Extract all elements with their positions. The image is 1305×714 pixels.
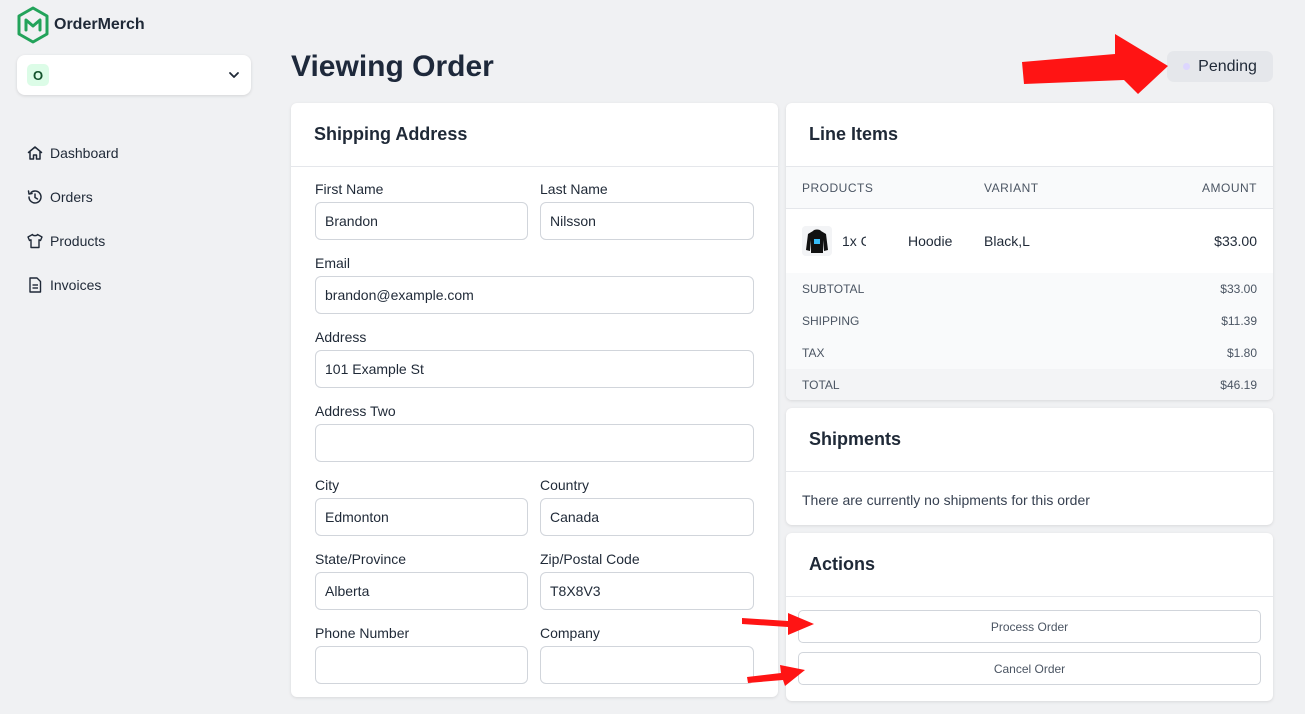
shipments-title: Shipments	[786, 408, 1273, 472]
status-badge: Pending	[1167, 51, 1273, 82]
tax-value: $1.80	[1226, 346, 1257, 360]
shipping-value: $11.39	[1221, 314, 1257, 328]
email-group: Email brandon@example.com	[315, 255, 754, 314]
item-variant: Black,L	[984, 233, 1030, 249]
brand[interactable]: OrderMerch	[16, 6, 145, 44]
table-row[interactable]: 1x C Hoodie Black,L $33.00	[786, 209, 1273, 273]
actions-card: Actions Process Order Cancel Order	[786, 533, 1273, 701]
shirt-icon	[27, 233, 43, 249]
city-label: City	[315, 477, 340, 493]
phone-input[interactable]	[315, 646, 528, 684]
sidebar-nav: Dashboard Orders Products Invoices	[26, 142, 119, 318]
home-icon	[27, 146, 43, 160]
state-group: State/Province Alberta	[315, 551, 528, 610]
line-items-card: Line Items PRODUCTS VARIANT AMOUNT 1x C …	[786, 103, 1273, 400]
total-value: $46.19	[1220, 378, 1257, 392]
state-label: State/Province	[315, 551, 407, 567]
annotation-arrow-icon	[747, 665, 805, 686]
zip-input[interactable]: T8X8V3	[540, 572, 754, 610]
address-input[interactable]: 101 Example St	[315, 350, 754, 388]
actions-title: Actions	[786, 533, 1273, 597]
tax-row: TAX $1.80	[786, 337, 1273, 369]
address-group: Address 101 Example St	[315, 329, 754, 388]
last-name-input[interactable]: Nilsson	[540, 202, 754, 240]
address-two-group: Address Two	[315, 403, 754, 462]
first-name-group: First Name Brandon	[315, 181, 528, 240]
shipping-address-card: Shipping Address First Name Brandon Last…	[291, 103, 778, 697]
zip-group: Zip/Postal Code T8X8V3	[540, 551, 754, 610]
shipments-empty-message: There are currently no shipments for thi…	[802, 492, 1090, 508]
phone-label: Phone Number	[315, 625, 410, 641]
company-input[interactable]	[540, 646, 754, 684]
email-label: Email	[315, 255, 351, 271]
subtotal-value: $33.00	[1220, 282, 1257, 296]
state-input[interactable]: Alberta	[315, 572, 528, 610]
shipments-card: Shipments There are currently no shipmen…	[786, 408, 1273, 525]
organization-select[interactable]: O	[17, 55, 251, 95]
shipping-label: SHIPPING	[802, 314, 860, 328]
address-two-label: Address Two	[315, 403, 396, 419]
last-name-label: Last Name	[540, 181, 608, 197]
subtotal-row: SUBTOTAL $33.00	[786, 273, 1273, 305]
chevron-down-icon	[229, 72, 239, 78]
first-name-input[interactable]: Brandon	[315, 202, 528, 240]
status-dot	[1183, 63, 1191, 70]
country-label: Country	[540, 477, 590, 493]
subtotal-label: SUBTOTAL	[802, 282, 865, 296]
city-group: City Edmonton	[315, 477, 528, 536]
total-row: TOTAL $46.19	[786, 369, 1273, 400]
item-amount: $33.00	[1214, 233, 1257, 249]
first-name-label: First Name	[315, 181, 384, 197]
sidebar-item-label: Invoices	[50, 277, 102, 293]
status-text: Pending	[1198, 57, 1257, 75]
sidebar-item-dashboard[interactable]: Dashboard	[26, 142, 119, 164]
zip-label: Zip/Postal Code	[540, 551, 640, 567]
item-name: Hoodie	[908, 233, 953, 249]
process-order-button[interactable]: Process Order	[798, 610, 1261, 643]
shipping-address-title: Shipping Address	[291, 103, 778, 167]
country-group: Country Canada	[540, 477, 754, 536]
sidebar-item-invoices[interactable]: Invoices	[26, 274, 119, 296]
email-input[interactable]: brandon@example.com	[315, 276, 754, 314]
hoodie-thumbnail-icon	[802, 226, 832, 256]
item-quantity: 1x C	[842, 233, 866, 249]
cancel-order-button[interactable]: Cancel Order	[798, 652, 1261, 685]
address-label: Address	[315, 329, 367, 345]
annotation-arrow-icon	[742, 613, 814, 635]
address-two-input[interactable]	[315, 424, 754, 462]
sidebar-item-label: Products	[50, 233, 106, 249]
page-title: Viewing Order	[291, 50, 494, 83]
column-amount: AMOUNT	[1202, 180, 1257, 195]
ordermerch-logo-icon	[17, 6, 49, 44]
column-variant: VARIANT	[984, 180, 1039, 195]
sidebar-item-products[interactable]: Products	[26, 230, 119, 252]
phone-group: Phone Number	[315, 625, 528, 684]
line-items-header: PRODUCTS VARIANT AMOUNT	[786, 167, 1273, 209]
sidebar-item-label: Dashboard	[50, 145, 119, 161]
annotation-arrow-icon	[1022, 34, 1168, 94]
line-items-title: Line Items	[786, 103, 1273, 167]
column-products: PRODUCTS	[802, 180, 874, 195]
company-label: Company	[540, 625, 600, 641]
document-icon	[29, 277, 42, 293]
city-input[interactable]: Edmonton	[315, 498, 528, 536]
tax-label: TAX	[802, 346, 825, 360]
org-avatar: O	[27, 64, 49, 86]
history-icon	[27, 190, 42, 204]
total-label: TOTAL	[802, 378, 840, 392]
shipping-row: SHIPPING $11.39	[786, 305, 1273, 337]
last-name-group: Last Name Nilsson	[540, 181, 754, 240]
company-group: Company	[540, 625, 754, 684]
brand-name: OrderMerch	[54, 16, 145, 33]
sidebar-item-label: Orders	[50, 189, 93, 205]
sidebar-item-orders[interactable]: Orders	[26, 186, 119, 208]
country-input[interactable]: Canada	[540, 498, 754, 536]
